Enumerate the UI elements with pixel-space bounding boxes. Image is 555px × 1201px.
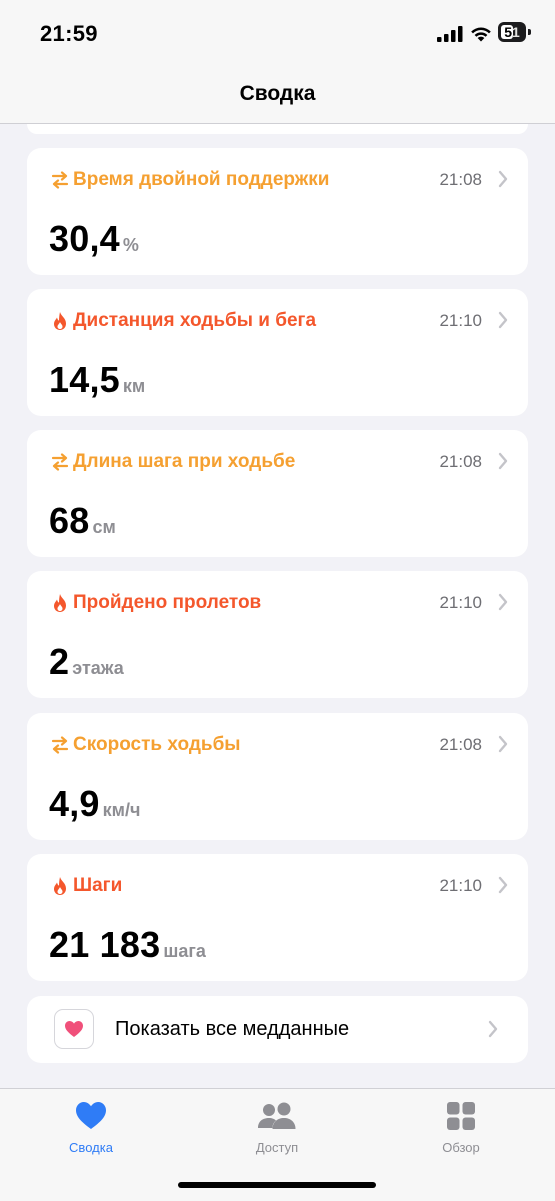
card-timestamp: 21:10 — [439, 311, 482, 330]
card-timestamp: 21:08 — [439, 452, 482, 471]
card-title: Длина шага при ходьбе — [73, 451, 296, 472]
card-title: Пройдено пролетов — [73, 592, 262, 613]
arrows-swap-icon — [49, 169, 71, 191]
show-all-label: Показать все медданные — [115, 1018, 350, 1040]
chevron-right-icon — [498, 876, 508, 894]
card-timestamp: 21:08 — [439, 735, 482, 754]
people-icon — [258, 1102, 296, 1129]
card-timestamp: 21:08 — [439, 170, 482, 189]
battery-percentage: 51 — [504, 24, 520, 40]
chevron-right-icon — [498, 593, 508, 611]
heart-icon — [65, 1021, 83, 1037]
health-app-icon — [54, 1009, 94, 1049]
status-bar: 21:59 51 — [0, 0, 555, 66]
arrows-swap-icon — [49, 451, 71, 473]
tab-summary[interactable]: Сводка — [31, 1099, 151, 1155]
card-double-support-time[interactable]: Время двойной поддержки 21:08 30,4% — [27, 148, 528, 275]
tab-label: Обзор — [442, 1140, 480, 1155]
value-number: 4,9 — [49, 783, 100, 824]
card-value: 14,5 км — [49, 359, 145, 401]
value-unit: см — [92, 517, 116, 537]
grid-icon — [447, 1102, 475, 1130]
chevron-right-icon — [498, 170, 508, 188]
card-walking-speed[interactable]: Скорость ходьбы 21:08 4,9 км/ч — [27, 713, 528, 840]
heart-icon — [76, 1102, 106, 1129]
value-number: 14,5 — [49, 359, 120, 400]
tab-label: Сводка — [69, 1140, 113, 1155]
chevron-right-icon — [488, 1020, 498, 1038]
card-steps[interactable]: Шаги 21:10 21 183 шага — [27, 854, 528, 981]
card-title: Скорость ходьбы — [73, 734, 241, 755]
card-title: Шаги — [73, 875, 123, 896]
value-unit: % — [122, 235, 139, 255]
wifi-icon — [471, 27, 491, 42]
card-value: 2 этажа — [49, 641, 124, 683]
value-unit: этажа — [72, 658, 124, 678]
status-time: 21:59 — [40, 21, 98, 46]
cellular-signal-icon — [437, 26, 463, 42]
card-timestamp: 21:10 — [439, 876, 482, 895]
previous-card-edge — [27, 124, 528, 134]
flame-icon — [49, 875, 71, 897]
battery-icon: 51 — [498, 22, 532, 42]
value-number: 30,4 — [49, 218, 120, 259]
page-title: Сводка — [239, 82, 316, 105]
tab-browse[interactable]: Обзор — [401, 1099, 521, 1155]
card-title: Дистанция ходьбы и бега — [73, 310, 317, 331]
tab-label: Доступ — [255, 1140, 299, 1155]
home-indicator[interactable] — [178, 1182, 376, 1188]
card-value: 4,9 км/ч — [49, 783, 140, 825]
value-unit: км/ч — [102, 800, 141, 820]
flame-icon — [49, 592, 71, 614]
chevron-right-icon — [498, 311, 508, 329]
chevron-right-icon — [498, 735, 508, 753]
value-number: 2 — [49, 641, 70, 682]
tab-sharing[interactable]: Доступ — [217, 1099, 337, 1155]
navigation-bar: Сводка — [0, 66, 555, 124]
value-unit: шага — [163, 941, 206, 961]
card-walking-step-length[interactable]: Длина шага при ходьбе 21:08 68 см — [27, 430, 528, 557]
card-value: 68 см — [49, 500, 116, 542]
card-walking-running-distance[interactable]: Дистанция ходьбы и бега 21:10 14,5 км — [27, 289, 528, 416]
chevron-right-icon — [498, 452, 508, 470]
card-value: 30,4% — [49, 218, 139, 260]
card-timestamp: 21:10 — [439, 593, 482, 612]
value-number: 68 — [49, 500, 90, 541]
value-number: 21 183 — [49, 924, 161, 965]
card-value: 21 183 шага — [49, 924, 206, 966]
card-flights-climbed[interactable]: Пройдено пролетов 21:10 2 этажа — [27, 571, 528, 698]
card-title: Время двойной поддержки — [73, 169, 330, 190]
show-all-health-data-button[interactable]: Показать все медданные — [27, 996, 528, 1063]
flame-icon — [49, 310, 71, 332]
arrows-swap-icon — [49, 734, 71, 756]
value-unit: км — [122, 376, 146, 396]
